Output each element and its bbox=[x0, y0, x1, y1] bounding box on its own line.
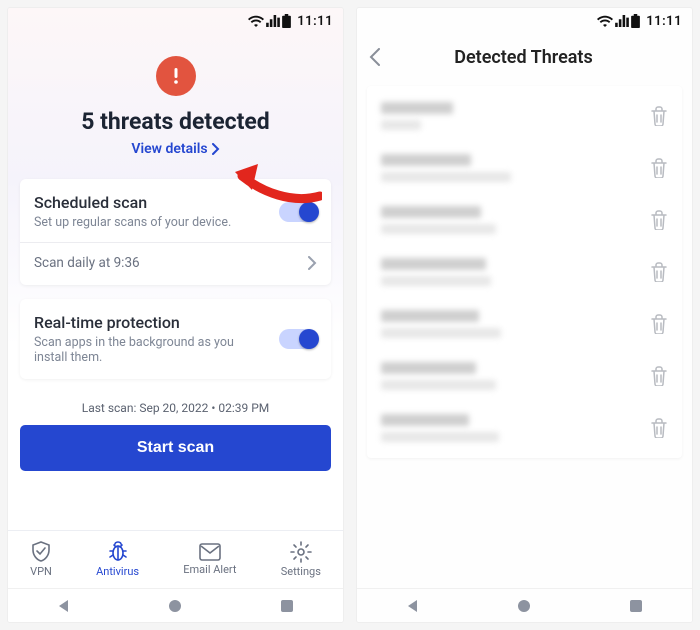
scan-schedule-text: Scan daily at 9:36 bbox=[34, 255, 140, 271]
scheduled-scan-toggle[interactable] bbox=[279, 202, 317, 222]
nav-antivirus-label: Antivirus bbox=[96, 565, 139, 578]
antivirus-main-screen: 11:11 5 threats detected View details Sc… bbox=[8, 8, 343, 622]
scan-schedule-row[interactable]: Scan daily at 9:36 bbox=[34, 255, 317, 271]
nav-vpn[interactable]: VPN bbox=[30, 541, 52, 578]
nav-email[interactable]: Email Alert bbox=[183, 543, 236, 576]
clock: 11:11 bbox=[646, 14, 682, 29]
clock: 11:11 bbox=[297, 14, 333, 29]
trash-icon[interactable] bbox=[650, 314, 668, 334]
threat-name-redacted bbox=[381, 102, 453, 130]
status-bar: 11:11 bbox=[357, 8, 692, 34]
back-triangle-icon[interactable] bbox=[56, 598, 72, 614]
bug-icon bbox=[107, 541, 129, 563]
threat-list bbox=[367, 86, 682, 458]
gear-icon bbox=[290, 541, 312, 563]
page-title: Detected Threats bbox=[391, 47, 656, 68]
trash-icon[interactable] bbox=[650, 418, 668, 438]
threat-name-redacted bbox=[381, 206, 496, 234]
threat-item bbox=[367, 246, 682, 298]
nav-settings[interactable]: Settings bbox=[281, 541, 321, 578]
view-details-link[interactable]: View details bbox=[131, 141, 219, 157]
threat-name-redacted bbox=[381, 414, 499, 442]
realtime-protection-card: Real-time protection Scan apps in the ba… bbox=[20, 299, 331, 379]
battery-icon bbox=[282, 14, 291, 28]
chevron-right-icon bbox=[308, 256, 317, 270]
status-bar: 11:11 bbox=[8, 8, 343, 34]
recent-square-icon[interactable] bbox=[279, 598, 295, 614]
realtime-title: Real-time protection bbox=[34, 313, 254, 332]
mail-icon bbox=[199, 543, 221, 561]
trash-icon[interactable] bbox=[650, 366, 668, 386]
wifi-icon bbox=[597, 15, 613, 27]
bottom-nav: VPN Antivirus Email Alert Settings bbox=[8, 530, 343, 588]
trash-icon[interactable] bbox=[650, 210, 668, 230]
threat-count-title: 5 threats detected bbox=[18, 108, 333, 135]
nav-vpn-label: VPN bbox=[30, 565, 52, 578]
trash-icon[interactable] bbox=[650, 262, 668, 282]
wifi-icon bbox=[248, 15, 264, 27]
threat-item bbox=[367, 194, 682, 246]
nav-settings-label: Settings bbox=[281, 565, 321, 578]
scheduled-scan-sub: Set up regular scans of your device. bbox=[34, 215, 231, 230]
divider bbox=[20, 242, 331, 243]
home-circle-icon[interactable] bbox=[516, 598, 532, 614]
threat-name-redacted bbox=[381, 154, 511, 182]
nav-antivirus[interactable]: Antivirus bbox=[96, 541, 139, 578]
threat-name-redacted bbox=[381, 258, 491, 286]
shield-icon bbox=[31, 541, 51, 563]
scheduled-scan-title: Scheduled scan bbox=[34, 193, 231, 212]
threat-name-redacted bbox=[381, 362, 496, 390]
view-details-label: View details bbox=[131, 141, 207, 157]
threat-item bbox=[367, 142, 682, 194]
threat-item bbox=[367, 350, 682, 402]
chevron-right-icon bbox=[212, 143, 220, 155]
detected-threats-screen: 11:11 Detected Threats bbox=[357, 8, 692, 622]
back-triangle-icon[interactable] bbox=[405, 598, 421, 614]
home-circle-icon[interactable] bbox=[167, 598, 183, 614]
android-nav-bar bbox=[357, 588, 692, 622]
scheduled-scan-card: Scheduled scan Set up regular scans of y… bbox=[20, 179, 331, 285]
trash-icon[interactable] bbox=[650, 158, 668, 178]
realtime-toggle[interactable] bbox=[279, 329, 317, 349]
threat-name-redacted bbox=[381, 310, 501, 338]
signal-icon bbox=[266, 15, 280, 27]
last-scan-text: Last scan: Sep 20, 2022 • 02:39 PM bbox=[8, 401, 343, 415]
android-nav-bar bbox=[8, 588, 343, 622]
threat-item bbox=[367, 298, 682, 350]
signal-icon bbox=[615, 15, 629, 27]
trash-icon[interactable] bbox=[650, 106, 668, 126]
realtime-sub: Scan apps in the background as you insta… bbox=[34, 335, 254, 365]
nav-email-label: Email Alert bbox=[183, 563, 236, 576]
threat-item bbox=[367, 402, 682, 454]
battery-icon bbox=[631, 14, 640, 28]
threat-item bbox=[367, 90, 682, 142]
alert-icon bbox=[156, 56, 196, 96]
recent-square-icon[interactable] bbox=[628, 598, 644, 614]
header-bar: Detected Threats bbox=[357, 34, 692, 80]
start-scan-button[interactable]: Start scan bbox=[20, 425, 331, 471]
threat-hero: 5 threats detected View details bbox=[8, 34, 343, 165]
back-icon[interactable] bbox=[369, 48, 381, 66]
